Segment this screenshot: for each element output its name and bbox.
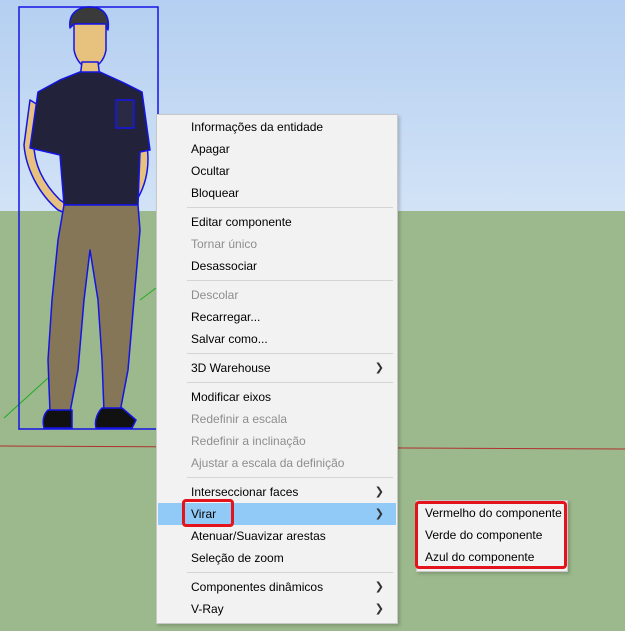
menu-separator <box>187 382 393 383</box>
menu-item-label: Virar <box>191 507 217 521</box>
menu-item-label: Modificar eixos <box>191 390 272 404</box>
menu-separator <box>187 353 393 354</box>
menu-item-label: Interseccionar faces <box>191 485 299 499</box>
submenu-item-vermelho-do-componente[interactable]: Vermelho do componente <box>418 502 566 524</box>
virar-submenu[interactable]: Vermelho do componente Verde do component… <box>416 500 568 572</box>
context-menu[interactable]: Informações da entidade Apagar Ocultar Bloq… <box>156 114 398 624</box>
menu-item-label: Componentes dinâmicos <box>191 580 324 594</box>
menu-item-label: Editar componente <box>191 215 292 229</box>
submenu-item-label: Azul do componente <box>425 550 535 564</box>
green-axis-line-far <box>139 287 157 301</box>
menu-item-salvar-como[interactable]: Salvar como... <box>158 328 396 350</box>
chevron-right-icon: ❯ <box>374 603 384 615</box>
menu-item-label: Redefinir a escala <box>191 412 288 426</box>
menu-item-label: Descolar <box>191 288 239 302</box>
menu-item-modificar-eixos[interactable]: Modificar eixos <box>158 386 396 408</box>
menu-item-bloquear[interactable]: Bloquear <box>158 182 396 204</box>
menu-item-label: Salvar como... <box>191 332 268 346</box>
menu-item-label: Apagar <box>191 142 230 156</box>
menu-item-redefinir-a-escala: Redefinir a escala <box>158 408 396 430</box>
menu-item-label: Desassociar <box>191 259 258 273</box>
submenu-item-label: Verde do componente <box>425 528 543 542</box>
menu-item-desassociar[interactable]: Desassociar <box>158 255 396 277</box>
chevron-right-icon: ❯ <box>374 486 384 498</box>
menu-item-informacoes-da-entidade[interactable]: Informações da entidade <box>158 116 396 138</box>
menu-item-label: Ajustar a escala da definição <box>191 456 345 470</box>
menu-item-label: Atenuar/Suavizar arestas <box>191 529 326 543</box>
chevron-right-icon: ❯ <box>374 508 384 520</box>
menu-item-redefinir-a-inclinacao: Redefinir a inclinação <box>158 430 396 452</box>
menu-separator <box>187 572 393 573</box>
menu-item-label: Ocultar <box>191 164 230 178</box>
menu-separator <box>187 280 393 281</box>
submenu-item-label: Vermelho do componente <box>425 506 562 520</box>
menu-item-label: Tornar único <box>191 237 258 251</box>
submenu-item-azul-do-componente[interactable]: Azul do componente <box>418 546 566 568</box>
menu-item-atenuar-suavizar-arestas[interactable]: Atenuar/Suavizar arestas <box>158 525 396 547</box>
menu-item-apagar[interactable]: Apagar <box>158 138 396 160</box>
menu-item-ajustar-a-escala-da-definicao: Ajustar a escala da definição <box>158 452 396 474</box>
menu-item-componentes-dinamicos[interactable]: Componentes dinâmicos ❯ <box>158 576 396 598</box>
menu-separator <box>187 477 393 478</box>
menu-item-label: 3D Warehouse <box>191 361 271 375</box>
menu-item-selecao-de-zoom[interactable]: Seleção de zoom <box>158 547 396 569</box>
menu-item-3d-warehouse[interactable]: 3D Warehouse ❯ <box>158 357 396 379</box>
menu-item-label: V-Ray <box>191 602 224 616</box>
menu-item-label: Redefinir a inclinação <box>191 434 306 448</box>
menu-item-editar-componente[interactable]: Editar componente <box>158 211 396 233</box>
menu-item-ocultar[interactable]: Ocultar <box>158 160 396 182</box>
menu-item-interseccionar-faces[interactable]: Interseccionar faces ❯ <box>158 481 396 503</box>
menu-separator <box>187 207 393 208</box>
chevron-right-icon: ❯ <box>374 581 384 593</box>
menu-item-descolar: Descolar <box>158 284 396 306</box>
menu-item-recarregar[interactable]: Recarregar... <box>158 306 396 328</box>
sketchup-viewport[interactable]: Informações da entidade Apagar Ocultar Bloq… <box>0 0 625 631</box>
submenu-item-verde-do-componente[interactable]: Verde do componente <box>418 524 566 546</box>
menu-item-v-ray[interactable]: V-Ray ❯ <box>158 598 396 620</box>
person-component[interactable] <box>23 6 151 429</box>
menu-item-virar[interactable]: Virar ❯ <box>158 503 396 525</box>
menu-item-label: Seleção de zoom <box>191 551 284 565</box>
chevron-right-icon: ❯ <box>374 362 384 374</box>
menu-item-label: Recarregar... <box>191 310 261 324</box>
menu-item-label: Bloquear <box>191 186 240 200</box>
menu-item-tornar-unico: Tornar único <box>158 233 396 255</box>
menu-item-label: Informações da entidade <box>191 120 324 134</box>
